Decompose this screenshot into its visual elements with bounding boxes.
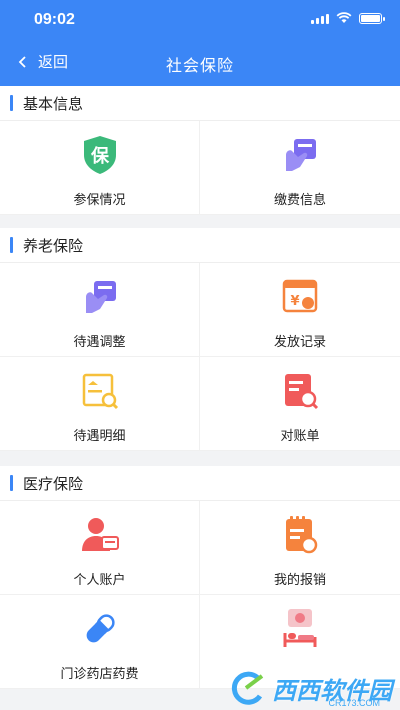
card-icon [85, 281, 116, 313]
shield-icon-text: 保 [90, 145, 110, 167]
card-icon [286, 139, 316, 171]
menu-item-label: 参保情况 [73, 193, 126, 208]
menu-item-statement[interactable]: 对账单 [200, 357, 400, 451]
menu-item-label: 门诊药店药费 [60, 667, 139, 682]
statement-icon [285, 374, 319, 410]
watermark: 西西软件园 CR173.COM [228, 670, 392, 708]
section-header: 基本信息 [0, 86, 400, 121]
watermark-logo-icon [231, 671, 264, 705]
wifi-icon [336, 12, 352, 23]
reimbursement-icon [286, 516, 318, 554]
menu-item-payment-record[interactable]: ¥ 发放记录 [200, 263, 400, 357]
section-marker [10, 237, 13, 253]
hospital-bed-icon [283, 609, 317, 647]
yuan-icon-text: ¥ [290, 294, 299, 309]
battery-icon [359, 12, 385, 24]
page-title: 社会保险 [165, 56, 234, 75]
menu-item-label: 缴费信息 [273, 193, 326, 208]
section-pension: 养老保险 待遇调整 ¥ 发放记录 待遇明细 对账单 [0, 228, 400, 451]
menu-item-label: 发放记录 [273, 335, 326, 350]
menu-item-outpatient-pharmacy[interactable]: 门诊药店药费 [0, 595, 200, 689]
watermark-sub: CR173.COM [328, 698, 380, 708]
pill-icon [86, 614, 115, 643]
detail-search-icon [82, 373, 118, 410]
section-medical: 医疗保险 个人账户 我的报销 门诊药店药费 [0, 466, 400, 689]
menu-item-label: 个人账户 [73, 573, 126, 588]
shield-icon: 保 [83, 136, 116, 174]
menu-item-reimbursement[interactable]: 我的报销 [200, 501, 400, 595]
section-basic-info: 基本信息 保 参保情况 缴费信息 [0, 86, 400, 215]
menu-item-label: 我的报销 [273, 573, 326, 588]
payment-record-icon: ¥ [282, 279, 318, 313]
section-marker [10, 95, 13, 111]
menu-item-label: 待遇调整 [73, 335, 126, 350]
section-title: 医疗保险 [23, 474, 84, 493]
section-title: 养老保险 [23, 236, 84, 255]
menu-item-benefit-adjustment[interactable]: 待遇调整 [0, 263, 200, 357]
section-header: 医疗保险 [0, 466, 400, 501]
menu-item-label: 对账单 [280, 429, 320, 444]
menu-item-benefit-detail[interactable]: 待遇明细 [0, 357, 200, 451]
menu-item-personal-account[interactable]: 个人账户 [0, 501, 200, 595]
status-icons [311, 12, 385, 24]
top-bar: 09:02 返回 社会保险 [0, 0, 400, 86]
menu-item-label: 待遇明细 [73, 429, 126, 444]
section-marker [10, 475, 13, 491]
section-header: 养老保险 [0, 228, 400, 263]
menu-item-enrollment[interactable]: 保 参保情况 [0, 121, 200, 215]
section-title: 基本信息 [23, 94, 84, 113]
status-time: 09:02 [34, 11, 75, 28]
signal-icon [311, 12, 329, 24]
nav-bar: 返回 社会保险 [0, 45, 400, 81]
personal-account-icon [81, 518, 119, 551]
menu-item-payment-info[interactable]: 缴费信息 [200, 121, 400, 215]
